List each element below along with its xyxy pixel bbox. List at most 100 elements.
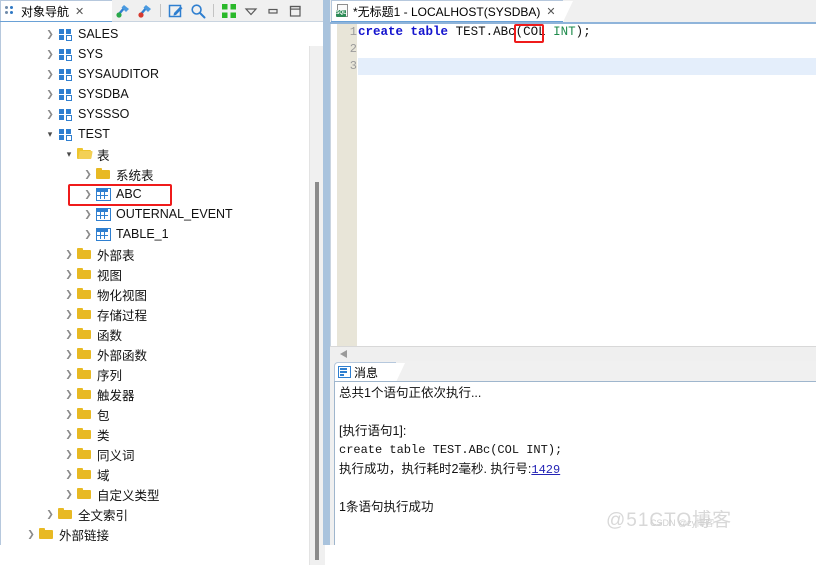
execution-id-link[interactable]: 1429	[531, 463, 560, 477]
chevron-right-icon[interactable]: ❯	[80, 184, 96, 204]
tree-item-序列[interactable]: ❯ 序列	[1, 364, 309, 384]
chevron-right-icon[interactable]: ❯	[61, 344, 77, 364]
table-icon	[96, 188, 111, 201]
chevron-right-icon[interactable]: ❯	[61, 364, 77, 384]
tree-item-label: OUTERNAL_EVENT	[116, 207, 233, 221]
line-number: 2	[349, 42, 357, 56]
tab-sql-editor[interactable]: *无标题1 - LOCALHOST(SYSDBA) ✕	[331, 0, 573, 22]
tree-item-触发器[interactable]: ❯ 触发器	[1, 384, 309, 404]
tree-item-自定义类型[interactable]: ❯ 自定义类型	[1, 484, 309, 504]
maximize-icon[interactable]	[284, 1, 306, 20]
code-line-2[interactable]	[358, 41, 816, 58]
tree-item-label: TEST	[78, 127, 110, 141]
tree-item-视图[interactable]: ❯ 视图	[1, 264, 309, 284]
tree-item-外部链接[interactable]: ❯ 外部链接	[1, 524, 309, 544]
chevron-right-icon[interactable]: ❯	[42, 84, 58, 104]
folder-icon	[77, 327, 92, 341]
tree-item-包[interactable]: ❯ 包	[1, 404, 309, 424]
tree-item-label: 表	[97, 148, 110, 163]
chevron-right-icon[interactable]: ❯	[61, 464, 77, 484]
tree-item-label: 外部表	[97, 248, 135, 263]
chevron-down-icon[interactable]: ▾	[61, 144, 77, 164]
tree-item-label: 序列	[97, 368, 123, 383]
tree-item-label: 外部链接	[59, 528, 110, 543]
tree-item-SALES[interactable]: ❯ SALES	[1, 24, 309, 44]
scrollbar-thumb[interactable]	[315, 182, 319, 560]
folder-icon	[77, 267, 92, 281]
tree-item-TEST[interactable]: ▾ TEST	[1, 124, 309, 144]
tree-item-label: 全文索引	[78, 508, 129, 523]
tree-item-ABC[interactable]: ❯ ABC	[1, 184, 309, 204]
chevron-right-icon[interactable]: ❯	[42, 44, 58, 64]
connect-icon[interactable]	[112, 1, 134, 20]
tree-item-SYSAUDITOR[interactable]: ❯ SYSAUDITOR	[1, 64, 309, 84]
watermark-secondary: CSDN @zy博客	[650, 518, 715, 528]
tree-item-存储过程[interactable]: ❯ 存储过程	[1, 304, 309, 324]
tree-item-OUTERNAL_EVENT[interactable]: ❯ OUTERNAL_EVENT	[1, 204, 309, 224]
disconnect-icon[interactable]	[134, 1, 156, 20]
chevron-right-icon[interactable]: ❯	[61, 284, 77, 304]
chevron-right-icon[interactable]: ❯	[80, 224, 96, 244]
panel-splitter[interactable]	[323, 0, 330, 545]
tree-item-SYSSSO[interactable]: ❯ SYSSSO	[1, 104, 309, 124]
tree-item-外部函数[interactable]: ❯ 外部函数	[1, 344, 309, 364]
chevron-right-icon[interactable]: ❯	[61, 324, 77, 344]
chevron-right-icon[interactable]: ❯	[61, 484, 77, 504]
tree-item-label: 函数	[97, 328, 123, 343]
sql-code-editor[interactable]: create table TEST.ABc(COL INT); 1 2 3	[330, 24, 816, 346]
tree-item-外部表[interactable]: ❯ 外部表	[1, 244, 309, 264]
tree-item-label: SYSAUDITOR	[78, 67, 160, 81]
object-tree[interactable]: ❯ SALES ❯ SYS ❯ SYSAUDITOR ❯ SYSDBA ❯ SYSSSO ▾ TEST…	[1, 24, 309, 545]
search-icon[interactable]	[187, 1, 209, 20]
tree-item-SYS[interactable]: ❯ SYS	[1, 44, 309, 64]
tree-item-label: 包	[97, 408, 110, 423]
tree-item-表[interactable]: ▾ 表	[1, 144, 309, 164]
chevron-down-icon[interactable]: ▾	[42, 124, 58, 144]
chevron-right-icon[interactable]: ❯	[61, 384, 77, 404]
tree-item-物化视图[interactable]: ❯ 物化视图	[1, 284, 309, 304]
collapse-all-icon[interactable]	[218, 1, 240, 20]
tree-item-同义词[interactable]: ❯ 同义词	[1, 444, 309, 464]
tree-item-全文索引[interactable]: ❯ 全文索引	[1, 504, 309, 524]
tree-item-域[interactable]: ❯ 域	[1, 464, 309, 484]
tree-item-SYSDBA[interactable]: ❯ SYSDBA	[1, 84, 309, 104]
code-line-3[interactable]	[358, 58, 816, 75]
chevron-right-icon[interactable]: ❯	[42, 104, 58, 124]
chevron-right-icon[interactable]: ❯	[42, 504, 58, 524]
tab-messages[interactable]: 消息	[334, 362, 405, 382]
sql-file-icon	[336, 4, 350, 18]
messages-tabbar: 消息	[330, 362, 816, 382]
tab-object-navigator[interactable]: 对象导航 ✕	[0, 0, 122, 22]
chevron-right-icon[interactable]: ❯	[61, 424, 77, 444]
collapse-arrow-icon[interactable]	[340, 350, 347, 358]
chevron-right-icon[interactable]: ❯	[61, 244, 77, 264]
chevron-right-icon[interactable]: ❯	[61, 264, 77, 284]
close-icon[interactable]: ✕	[546, 5, 555, 18]
close-icon[interactable]: ✕	[75, 5, 84, 18]
tree-item-类[interactable]: ❯ 类	[1, 424, 309, 444]
code-line-1[interactable]: create table TEST.ABc(COL INT);	[358, 24, 816, 41]
messages-tab-label: 消息	[354, 365, 379, 380]
chevron-right-icon[interactable]: ❯	[42, 64, 58, 84]
view-menu-icon[interactable]	[240, 1, 262, 20]
message-line: create table TEST.ABc(COL INT);	[339, 443, 563, 457]
tree-item-函数[interactable]: ❯ 函数	[1, 324, 309, 344]
messages-output[interactable]: 总共1个语句正依次执行... [执行语句1]: create table TEST…	[334, 381, 816, 545]
code-lines[interactable]: create table TEST.ABc(COL INT);	[358, 24, 816, 346]
chevron-right-icon[interactable]: ❯	[61, 444, 77, 464]
chevron-right-icon[interactable]: ❯	[42, 24, 58, 44]
tree-item-TABLE_1[interactable]: ❯ TABLE_1	[1, 224, 309, 244]
tree-item-label: SYSDBA	[78, 87, 129, 101]
tree-item-label: 视图	[97, 268, 123, 283]
chevron-right-icon[interactable]: ❯	[61, 304, 77, 324]
tree-item-系统表[interactable]: ❯ 系统表	[1, 164, 309, 184]
editor-horizontal-scrollbar[interactable]	[330, 346, 816, 361]
chevron-right-icon[interactable]: ❯	[80, 204, 96, 224]
minimize-icon[interactable]	[262, 1, 284, 20]
edit-icon[interactable]	[165, 1, 187, 20]
chevron-right-icon[interactable]: ❯	[23, 524, 39, 544]
chevron-right-icon[interactable]: ❯	[61, 404, 77, 424]
folder-icon	[77, 347, 92, 361]
chevron-right-icon[interactable]: ❯	[80, 164, 96, 184]
